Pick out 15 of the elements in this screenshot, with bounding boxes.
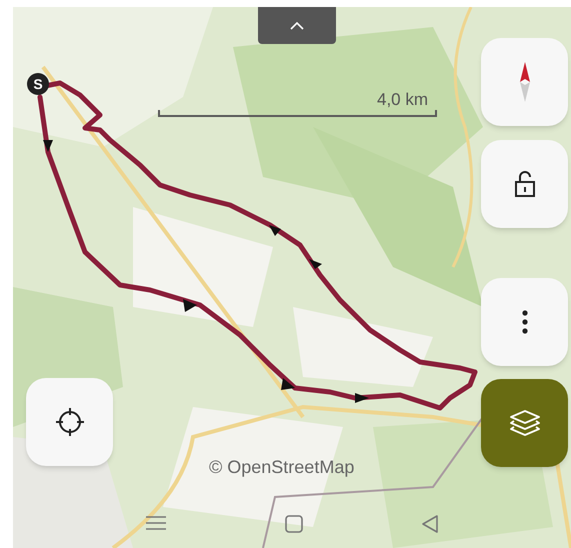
map-layers-button[interactable] [481, 379, 568, 467]
lock-button[interactable] [481, 140, 568, 228]
scale-label: 4,0 km [377, 91, 428, 108]
crosshair-icon [54, 407, 84, 437]
more-icon [522, 310, 528, 334]
back-icon[interactable] [422, 515, 438, 533]
recent-apps-icon[interactable] [146, 516, 166, 530]
compass-needle-icon [518, 62, 530, 102]
chevron-up-icon [290, 22, 304, 30]
panel-handle[interactable] [258, 7, 336, 44]
home-icon[interactable] [285, 515, 303, 533]
my-location-button[interactable] [26, 378, 113, 466]
unlocked-padlock-icon [514, 171, 534, 197]
attribution: © OpenStreetMap [209, 458, 354, 476]
layers-icon [510, 410, 540, 436]
